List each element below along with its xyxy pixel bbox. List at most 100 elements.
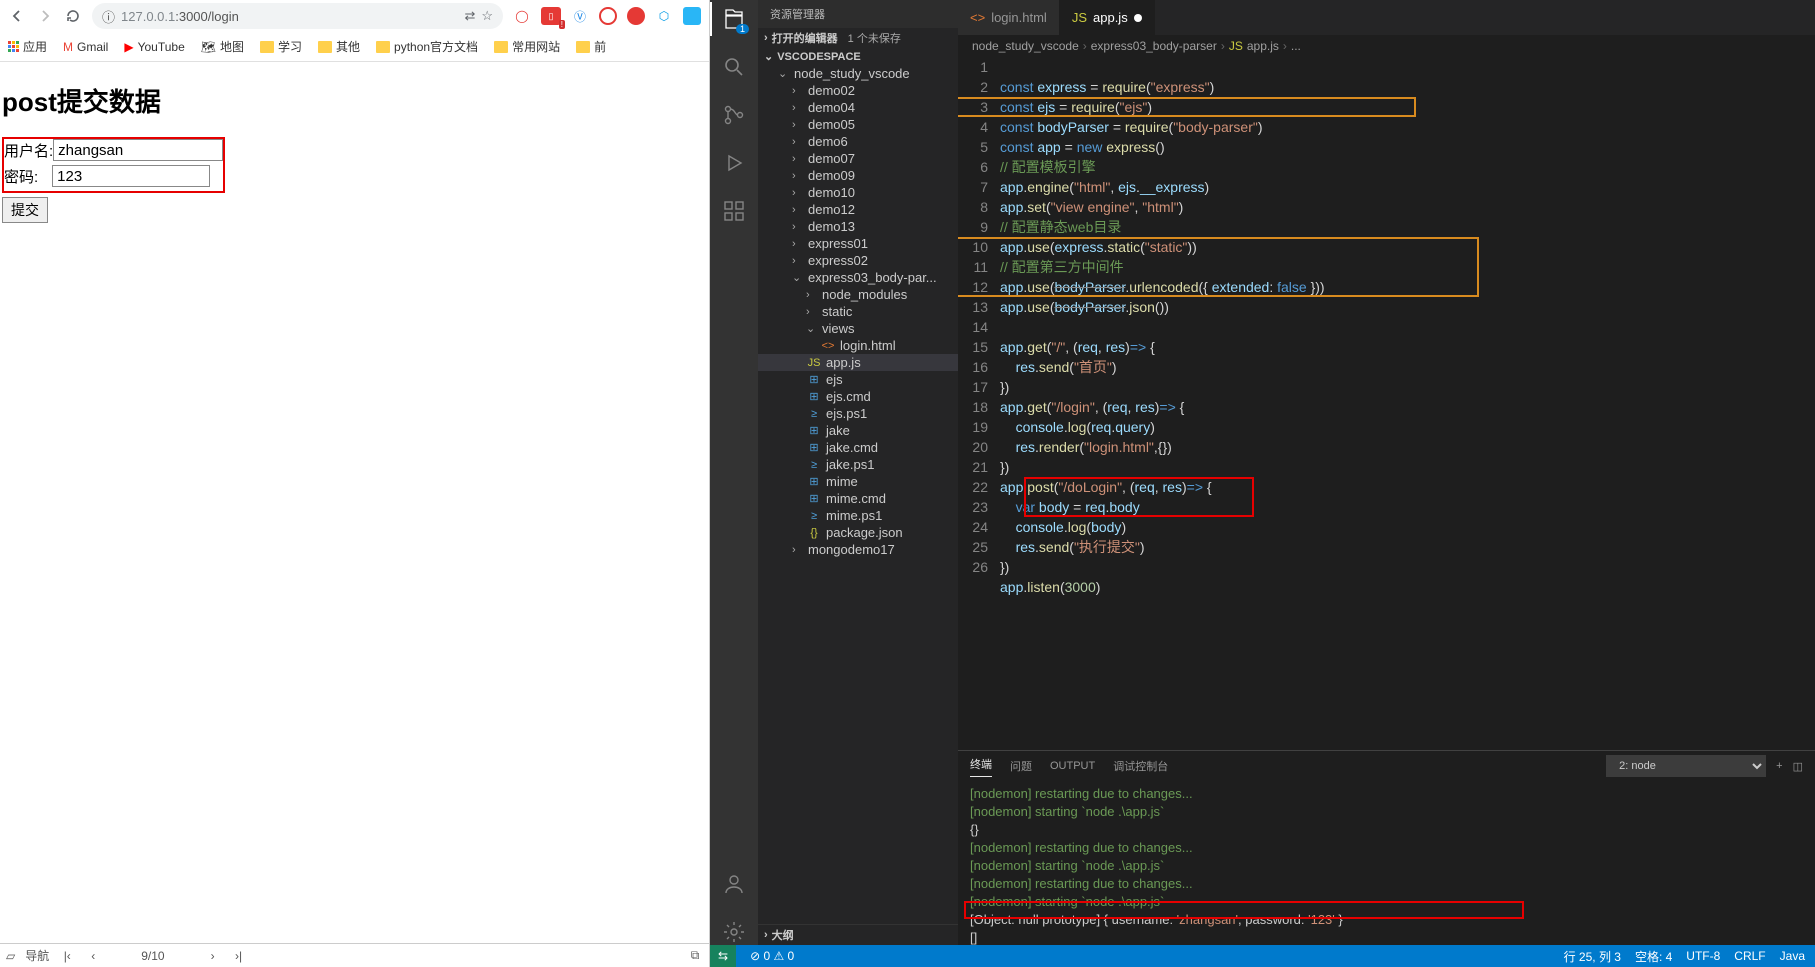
errors-warnings[interactable]: ⊘ 0 ⚠ 0 [750,949,794,963]
ext-icon-6[interactable]: ⬡ [655,7,673,25]
tab-login[interactable]: <>login.html [958,0,1060,35]
tree-file[interactable]: ≥ejs.ps1 [758,405,958,422]
tree-file[interactable]: ⊞mime [758,473,958,490]
tree-folder[interactable]: ›express02 [758,252,958,269]
ext-icon-7[interactable] [683,7,701,25]
open-editors-header[interactable]: ›打开的编辑器1 个未保存 [758,28,958,48]
tree-folder[interactable]: ›mongodemo17 [758,541,958,558]
tree-folder[interactable]: ›demo05 [758,116,958,133]
terminal-selector[interactable]: 2: node [1606,755,1766,777]
tree-file[interactable]: ≥mime.ps1 [758,507,958,524]
next-page[interactable]: › [205,949,221,963]
breadcrumb[interactable]: node_study_vscode› express03_body-parser… [958,35,1815,57]
back-button[interactable] [8,7,26,25]
ext-icon-5[interactable] [627,7,645,25]
scm-icon[interactable] [721,102,747,128]
info-icon: ⓘ [102,7,115,26]
ext-icon-3[interactable]: Ⓥ [571,7,589,25]
tree-file[interactable]: ≥jake.ps1 [758,456,958,473]
code-editor[interactable]: 1234567891011121314151617181920212223242… [958,57,1815,750]
folder-icon [318,41,332,53]
username-input[interactable] [53,139,223,161]
tab-appjs[interactable]: JSapp.js [1060,0,1155,35]
terminal-tab[interactable]: 终端 [970,756,992,777]
account-icon[interactable] [721,871,747,897]
output-tab[interactable]: OUTPUT [1050,760,1095,772]
tree-folder[interactable]: ›demo12 [758,201,958,218]
bm-other[interactable]: 其他 [318,38,360,55]
tree-file-appjs[interactable]: JSapp.js [758,354,958,371]
explorer-icon[interactable]: 1 [721,6,747,32]
tree-folder[interactable]: ›demo09 [758,167,958,184]
settings-icon[interactable] [721,919,747,945]
tree-file[interactable]: ⊞ejs.cmd [758,388,958,405]
folder-icon [576,41,590,53]
tree-views[interactable]: ⌄views [758,320,958,337]
bm-youtube[interactable]: ▶YouTube [124,40,184,54]
tree-file[interactable]: ⊞jake [758,422,958,439]
bm-maps[interactable]: 🗺地图 [201,38,244,55]
nav-icon[interactable]: ▱ [6,949,15,963]
tree-root[interactable]: ⌄node_study_vscode [758,65,958,82]
apps-button[interactable]: 应用 [8,38,47,55]
terminal-output[interactable]: [nodemon] restarting due to changes... [… [958,781,1815,945]
forward-button[interactable] [36,7,54,25]
tree-file-login[interactable]: <>login.html [758,337,958,354]
tree-express03[interactable]: ⌄express03_body-par... [758,269,958,286]
bm-front[interactable]: 前 [576,38,606,55]
outline-header[interactable]: ›大纲 [758,924,958,945]
bm-python[interactable]: python官方文档 [376,38,478,55]
cursor-position[interactable]: 行 25, 列 3 [1564,948,1621,965]
prev-page[interactable]: ‹ [85,949,101,963]
ext-icon-2[interactable]: ▯! [541,7,561,25]
encoding-status[interactable]: UTF-8 [1686,949,1720,963]
tree-folder[interactable]: ›demo13 [758,218,958,235]
submit-button[interactable]: 提交 [2,197,48,223]
tree-folder[interactable]: ›demo6 [758,133,958,150]
tree-folder[interactable]: ›express01 [758,235,958,252]
address-bar[interactable]: ⓘ 127.0.0.1:3000/login ⇄ ☆ [92,3,503,29]
tree-folder[interactable]: ›node_modules [758,286,958,303]
workspace-header[interactable]: ⌄VSCODESPACE [758,48,958,65]
tree-file[interactable]: ⊞ejs [758,371,958,388]
reload-button[interactable] [64,7,82,25]
language-status[interactable]: Java [1780,949,1805,963]
eol-status[interactable]: CRLF [1734,949,1765,963]
url-path: :3000/login [175,9,239,24]
tree-folder[interactable]: ›demo04 [758,99,958,116]
tree-file[interactable]: ⊞mime.cmd [758,490,958,507]
translate-icon[interactable]: ⇄ [464,8,475,24]
ext-icon-4[interactable] [599,7,617,25]
tree-file-package[interactable]: {}package.json [758,524,958,541]
last-page[interactable]: ›| [231,949,247,963]
star-icon[interactable]: ☆ [481,8,493,24]
ext-icon-1[interactable]: ◯ [513,7,531,25]
indent-status[interactable]: 空格: 4 [1635,948,1672,965]
remote-indicator[interactable]: ⇆ [710,945,736,967]
vscode-pane: 1 资源管理器 ›打开的编辑器1 个未保存 ⌄VSCODESPACE ⌄node… [710,0,1815,967]
password-input[interactable] [52,165,210,187]
tree-file[interactable]: ⊞jake.cmd [758,439,958,456]
tree-folder[interactable]: ›demo07 [758,150,958,167]
code-lines: const express = require("express") const… [1000,57,1815,750]
new-terminal-icon[interactable]: + [1776,760,1782,772]
capture-icon[interactable]: ⧉ [687,948,703,963]
problems-tab[interactable]: 问题 [1010,758,1032,774]
extensions-icon[interactable] [721,198,747,224]
browser-footer: ▱ 导航 |‹ ‹ 9/10 › ›| ⧉ [0,943,709,967]
tree-folder[interactable]: ›demo02 [758,82,958,99]
debug-icon[interactable] [721,150,747,176]
split-terminal-icon[interactable]: ◫ [1793,760,1803,773]
search-icon[interactable] [721,54,747,80]
username-label: 用户名: [4,140,53,161]
browser-pane: ⓘ 127.0.0.1:3000/login ⇄ ☆ ◯ ▯! Ⓥ ⬡ 应用 M… [0,0,710,967]
page-indicator: 9/10 [111,949,194,963]
tree-folder[interactable]: ›static [758,303,958,320]
debug-console-tab[interactable]: 调试控制台 [1113,758,1168,774]
bm-common[interactable]: 常用网站 [494,38,560,55]
first-page[interactable]: |‹ [59,949,75,963]
tree-folder[interactable]: ›demo10 [758,184,958,201]
bm-gmail[interactable]: MGmail [63,40,108,54]
bm-study[interactable]: 学习 [260,38,302,55]
terminal-tabs: 终端 问题 OUTPUT 调试控制台 2: node + ◫ [958,751,1815,781]
